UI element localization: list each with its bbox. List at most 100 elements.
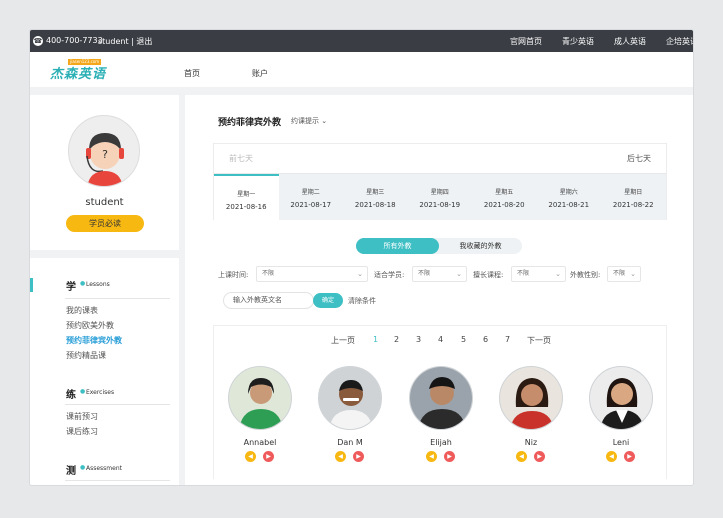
filter-gender-label: 外教性别: [570, 271, 601, 279]
teacher-name: Leni [612, 438, 630, 447]
teacher-name: Annabel [243, 438, 277, 447]
booking-tips-dropdown[interactable]: 约课提示 ⌄ [291, 116, 327, 126]
must-read-button[interactable]: 学员必读 [66, 215, 144, 232]
teacher-card[interactable]: Dan M ◀ ▶ [315, 366, 385, 466]
booking-tips-label: 约课提示 [291, 117, 319, 125]
filter-student-select[interactable]: 不限 ⌄ [412, 266, 467, 282]
avatar-question-mark: ? [102, 148, 108, 161]
next-page-button[interactable]: 下一页 [527, 335, 551, 346]
filter-course-select[interactable]: 不限 ⌄ [511, 266, 566, 282]
section-lessons-label: Lessons [86, 281, 110, 288]
teacher-name-search-input[interactable]: 输入外教英文名 [223, 292, 314, 309]
day-tab[interactable]: 星期三 2021-08-18 [343, 174, 408, 221]
teacher-photo[interactable] [409, 366, 473, 430]
page-7[interactable]: 7 [505, 335, 510, 344]
teacher-name: Niz [524, 438, 538, 447]
prev-week-button[interactable]: 前七天 [229, 153, 253, 164]
chevron-down-icon: ⌄ [630, 270, 636, 278]
brand-logo[interactable]: jiasen123.com 杰森英语 [50, 59, 107, 82]
filter-course-value: 不限 [517, 270, 530, 277]
day-date: 2021-08-16 [225, 203, 267, 211]
divider [65, 404, 170, 405]
teacher-photo[interactable] [318, 366, 382, 430]
day-tab[interactable]: 星期日 2021-08-22 [601, 174, 666, 221]
sidebar-item-practice[interactable]: 课后练习 [66, 426, 98, 437]
section-assessment-label: Assessment [86, 465, 122, 472]
username: student [85, 197, 124, 208]
section-exercises: 练 ● Exercises [30, 386, 179, 401]
play-icon[interactable]: ▶ [263, 451, 274, 462]
logo-text: 杰森英语 [50, 67, 107, 82]
page-2[interactable]: 2 [394, 335, 399, 344]
teacher-card[interactable]: Leni ◀ ▶ [586, 366, 656, 466]
section-exercises-label: Exercises [86, 389, 115, 396]
speaker-icon[interactable]: ◀ [426, 451, 437, 462]
page-1[interactable]: 1 [373, 335, 378, 344]
favorite-teachers-tab[interactable]: 我收藏的外教 [439, 238, 522, 254]
page-4[interactable]: 4 [438, 335, 443, 344]
play-icon[interactable]: ▶ [444, 451, 455, 462]
play-icon[interactable]: ▶ [353, 451, 364, 462]
page-5[interactable]: 5 [461, 335, 466, 344]
day-date: 2021-08-18 [354, 201, 396, 209]
day-tab[interactable]: 星期五 2021-08-20 [472, 174, 537, 221]
day-tab[interactable]: 星期四 2021-08-19 [408, 174, 473, 221]
page-3[interactable]: 3 [416, 335, 421, 344]
sidebar-item-book-premium-course[interactable]: 预约精品课 [66, 350, 106, 361]
section-exercises-glyph: 练 [66, 390, 76, 401]
user-logout-link[interactable]: student | 退出 [98, 36, 152, 47]
filter-course-label: 擅长课程: [473, 271, 504, 279]
day-date: 2021-08-20 [483, 201, 525, 209]
sidebar-item-book-western-teacher[interactable]: 预约欧美外教 [66, 320, 114, 331]
sidebar-item-my-schedule[interactable]: 我的课表 [66, 305, 98, 316]
teacher-scope-toggle: 所有外教 我收藏的外教 [356, 238, 522, 254]
day-date: 2021-08-21 [548, 201, 590, 209]
day-weekday: 星期四 [430, 189, 449, 196]
confirm-button[interactable]: 确定 [313, 293, 343, 308]
phone-icon: ☎ [33, 36, 43, 46]
teacher-photo[interactable] [589, 366, 653, 430]
day-date: 2021-08-19 [419, 201, 461, 209]
sidebar-item-preview[interactable]: 课前预习 [66, 411, 98, 422]
bullet-icon: ● [80, 464, 86, 471]
teacher-list-panel: 上一页 1 2 3 4 5 6 7 下一页 Annabel ◀ ▶ Dan M [213, 325, 667, 479]
teacher-card[interactable]: Niz ◀ ▶ [496, 366, 566, 466]
page-6[interactable]: 6 [483, 335, 488, 344]
day-tab[interactable]: 星期一 2021-08-16 [214, 174, 279, 221]
filter-gender-select[interactable]: 不限 ⌄ [607, 266, 641, 282]
divider [65, 298, 170, 299]
speaker-icon[interactable]: ◀ [245, 451, 256, 462]
clear-filters-button[interactable]: 清除条件 [348, 296, 376, 306]
play-icon[interactable]: ▶ [534, 451, 545, 462]
nav-account[interactable]: 账户 [252, 68, 268, 79]
play-icon[interactable]: ▶ [624, 451, 635, 462]
speaker-icon[interactable]: ◀ [335, 451, 346, 462]
filter-time-select[interactable]: 不限 ⌄ [256, 266, 368, 282]
chevron-down-icon: ⌄ [357, 270, 363, 278]
day-date: 2021-08-22 [612, 201, 654, 209]
day-tab[interactable]: 星期六 2021-08-21 [537, 174, 602, 221]
link-official-home[interactable]: 官网首页 [510, 36, 542, 47]
link-youth-english[interactable]: 青少英语 [562, 36, 594, 47]
teacher-card[interactable]: Annabel ◀ ▶ [225, 366, 295, 466]
sidebar-item-book-filipino-teacher[interactable]: 预约菲律宾外教 [66, 335, 122, 346]
filter-time-value: 不限 [262, 270, 275, 277]
speaker-icon[interactable]: ◀ [606, 451, 617, 462]
chevron-down-icon: ⌄ [321, 117, 328, 125]
teacher-photo[interactable] [228, 366, 292, 430]
teacher-card[interactable]: Elijah ◀ ▶ [406, 366, 476, 466]
link-adult-english[interactable]: 成人英语 [614, 36, 646, 47]
link-enterprise-english[interactable]: 企培英语 [666, 36, 693, 47]
day-tab[interactable]: 星期二 2021-08-17 [279, 174, 344, 221]
next-week-button[interactable]: 后七天 [627, 153, 651, 164]
speaker-icon[interactable]: ◀ [516, 451, 527, 462]
active-section-marker [30, 278, 33, 292]
day-weekday: 星期六 [559, 189, 578, 196]
teacher-photo[interactable] [499, 366, 563, 430]
filter-time-label: 上课时间: [218, 271, 249, 279]
all-teachers-tab[interactable]: 所有外教 [356, 238, 439, 254]
prev-page-button[interactable]: 上一页 [331, 335, 355, 346]
teacher-name: Dan M [337, 438, 363, 447]
nav-home[interactable]: 首页 [184, 68, 200, 79]
day-weekday: 星期三 [366, 189, 385, 196]
